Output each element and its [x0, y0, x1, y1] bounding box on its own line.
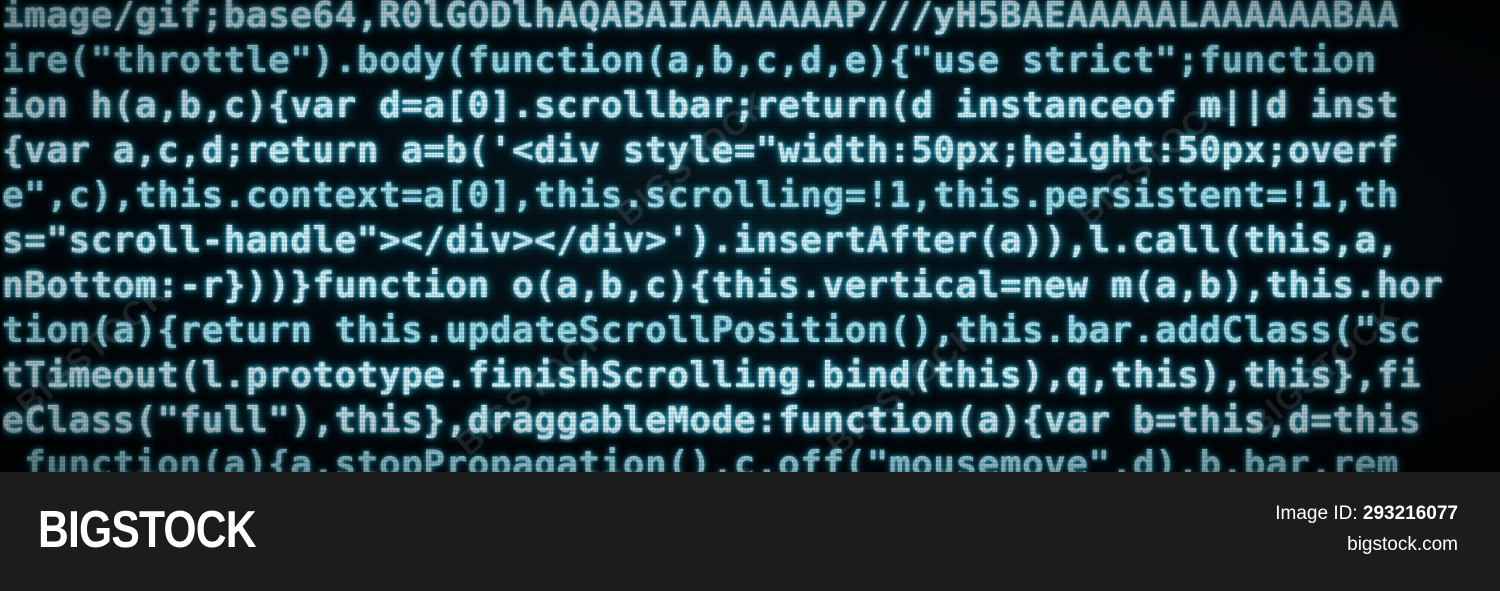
code-line: {var a,c,d;return a=b('<div style="width…: [2, 130, 1399, 171]
code-line: ion h(a,b,c){var d=a[0].scrollbar;return…: [2, 85, 1399, 126]
code-line: eClass("full"),this},draggableMode:funct…: [2, 400, 1422, 441]
stock-footer-bar: BIGSTOCK Image ID: 293216077 bigstock.co…: [0, 472, 1500, 591]
stock-photo: image/gif;base64,R0lGODlhAQABAIAAAAAAAP/…: [0, 0, 1500, 472]
code-line: ire("throttle").body(function(a,b,c,d,e)…: [2, 40, 1377, 81]
code-line: e",c),this.context=a[0],this.scrolling=!…: [2, 175, 1399, 216]
bigstock-logo: BIGSTOCK: [38, 501, 257, 559]
image-id-line: Image ID: 293216077: [1275, 502, 1458, 526]
site-url: bigstock.com: [1347, 534, 1458, 555]
code-line: function(a){a.stopPropagation(),c.off("m…: [2, 444, 1399, 472]
code-line: nBottom:-r}))}function o(a,b,c){this.ver…: [2, 265, 1444, 306]
code-text-block: image/gif;base64,R0lGODlhAQABAIAAAAAAAP/…: [0, 0, 1500, 472]
image-id-value: 293216077: [1362, 503, 1458, 524]
image-id-label: Image ID:: [1275, 503, 1358, 524]
code-line: image/gif;base64,R0lGODlhAQABAIAAAAAAAP/…: [2, 0, 1399, 36]
code-line: s="scroll-handle"></div></div>').insertA…: [2, 220, 1399, 261]
code-line: tion(a){return this.updateScrollPosition…: [2, 310, 1422, 351]
code-line: tTimeout(l.prototype.finishScrolling.bin…: [2, 355, 1422, 396]
